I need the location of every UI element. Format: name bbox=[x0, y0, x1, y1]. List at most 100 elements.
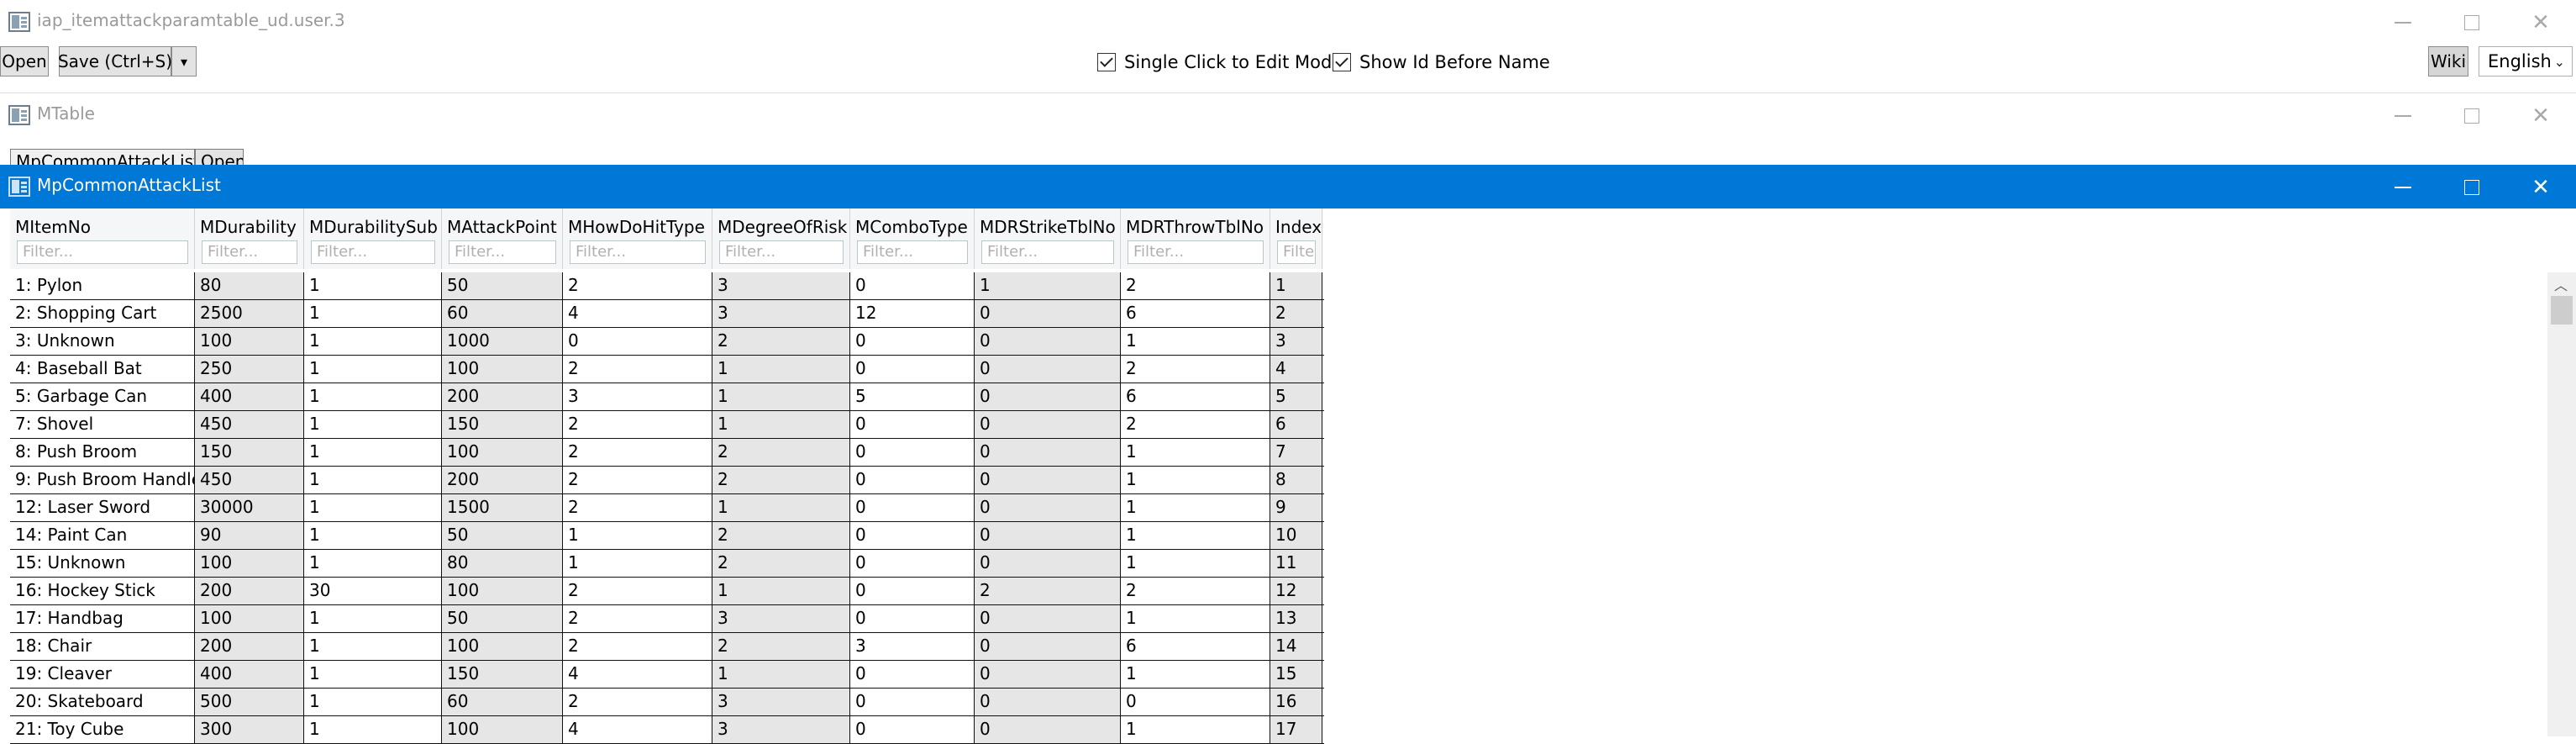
table-cell[interactable]: 0 bbox=[850, 550, 975, 577]
column-header[interactable]: MDRThrowTblNo Filter... bbox=[1121, 208, 1270, 269]
table-cell[interactable]: 4 bbox=[1270, 356, 1322, 383]
item-name-cell[interactable]: 17: Handbag bbox=[10, 605, 195, 632]
table-cell[interactable]: 3 bbox=[712, 272, 850, 299]
table-cell[interactable]: 1 bbox=[1121, 494, 1270, 521]
table-cell[interactable]: 450 bbox=[195, 411, 304, 438]
table-cell[interactable]: 0 bbox=[850, 328, 975, 355]
table-cell[interactable]: 1 bbox=[304, 605, 442, 632]
table-cell[interactable]: 1 bbox=[712, 661, 850, 688]
table-cell[interactable]: 2 bbox=[712, 522, 850, 549]
minimize-icon[interactable] bbox=[2369, 0, 2437, 45]
table-cell[interactable]: 5 bbox=[1270, 383, 1322, 410]
table-cell[interactable]: 1 bbox=[1121, 439, 1270, 466]
scrollbar-thumb[interactable] bbox=[2551, 296, 2573, 325]
table-cell[interactable]: 1 bbox=[975, 272, 1121, 299]
item-name-cell[interactable]: 4: Baseball Bat bbox=[10, 356, 195, 383]
column-header[interactable]: MDegreeOfRisk Filter... bbox=[712, 208, 850, 269]
table-cell[interactable]: 3 bbox=[712, 689, 850, 715]
table-cell[interactable]: 2 bbox=[563, 439, 712, 466]
table-cell[interactable]: 0 bbox=[850, 272, 975, 299]
table-cell[interactable]: 150 bbox=[442, 661, 563, 688]
item-name-cell[interactable]: 18: Chair bbox=[10, 633, 195, 660]
table-cell[interactable]: 1 bbox=[1121, 605, 1270, 632]
table-cell[interactable]: 1 bbox=[1270, 272, 1322, 299]
table-cell[interactable]: 1000 bbox=[442, 328, 563, 355]
column-header[interactable]: MAttackPoint Filter... bbox=[442, 208, 563, 269]
table-cell[interactable]: 2 bbox=[563, 689, 712, 715]
column-filter-input[interactable]: Filter... bbox=[1128, 240, 1264, 264]
table-row[interactable]: 4: Baseball Bat 250 1 100 2 1 0 0 2 4 bbox=[10, 356, 1324, 383]
table-row[interactable]: 15: Unknown 100 1 80 1 2 0 0 1 11 bbox=[10, 550, 1324, 578]
table-row[interactable]: 3: Unknown 100 1 1000 0 2 0 0 1 3 bbox=[10, 328, 1324, 356]
table-cell[interactable]: 12 bbox=[1270, 578, 1322, 604]
checkbox-checked-icon[interactable] bbox=[1097, 53, 1116, 71]
table-cell[interactable]: 6 bbox=[1121, 300, 1270, 327]
vertical-scrollbar[interactable]: ︿ bbox=[2547, 272, 2576, 736]
table-cell[interactable]: 2 bbox=[563, 356, 712, 383]
table-cell[interactable]: 0 bbox=[975, 356, 1121, 383]
table-cell[interactable]: 1 bbox=[563, 522, 712, 549]
table-cell[interactable]: 1 bbox=[304, 300, 442, 327]
table-cell[interactable]: 2 bbox=[712, 633, 850, 660]
table-cell[interactable]: 2 bbox=[712, 467, 850, 493]
table-cell[interactable]: 0 bbox=[975, 550, 1121, 577]
table-cell[interactable]: 1 bbox=[304, 494, 442, 521]
table-cell[interactable]: 60 bbox=[442, 689, 563, 715]
table-cell[interactable]: 80 bbox=[195, 272, 304, 299]
show-id-checkbox[interactable]: Show Id Before Name bbox=[1333, 47, 1550, 77]
table-cell[interactable]: 0 bbox=[850, 411, 975, 438]
table-cell[interactable]: 200 bbox=[195, 633, 304, 660]
table-cell[interactable]: 0 bbox=[850, 578, 975, 604]
table-cell[interactable]: 2 bbox=[712, 550, 850, 577]
table-cell[interactable]: 2 bbox=[563, 411, 712, 438]
item-name-cell[interactable]: 1: Pylon bbox=[10, 272, 195, 299]
table-row[interactable]: 18: Chair 200 1 100 2 2 3 0 6 14 bbox=[10, 633, 1324, 661]
save-button[interactable]: Save (Ctrl+S) bbox=[58, 46, 172, 77]
table-cell[interactable]: 2 bbox=[563, 467, 712, 493]
table-cell[interactable]: 30 bbox=[304, 578, 442, 604]
column-filter-input[interactable]: Filter... bbox=[202, 240, 297, 264]
table-cell[interactable]: 100 bbox=[442, 356, 563, 383]
table-cell[interactable]: 2500 bbox=[195, 300, 304, 327]
table-cell[interactable]: 100 bbox=[195, 550, 304, 577]
close-icon[interactable]: ✕ bbox=[2507, 93, 2574, 139]
table-cell[interactable]: 3 bbox=[563, 383, 712, 410]
table-cell[interactable]: 0 bbox=[975, 689, 1121, 715]
table-cell[interactable]: 300 bbox=[195, 716, 304, 743]
table-cell[interactable]: 14 bbox=[1270, 633, 1322, 660]
table-cell[interactable]: 2 bbox=[1121, 356, 1270, 383]
column-filter-input[interactable]: Filter... bbox=[1277, 240, 1316, 264]
table-cell[interactable]: 1 bbox=[1121, 550, 1270, 577]
table-cell[interactable]: 12 bbox=[850, 300, 975, 327]
table-cell[interactable]: 1 bbox=[712, 494, 850, 521]
table-cell[interactable]: 1 bbox=[1121, 661, 1270, 688]
table-cell[interactable]: 3 bbox=[1270, 328, 1322, 355]
table-cell[interactable]: 0 bbox=[975, 439, 1121, 466]
table-cell[interactable]: 6 bbox=[1270, 411, 1322, 438]
table-cell[interactable]: 1 bbox=[712, 356, 850, 383]
table-cell[interactable]: 30000 bbox=[195, 494, 304, 521]
close-icon[interactable]: ✕ bbox=[2507, 165, 2574, 210]
table-cell[interactable]: 2 bbox=[1270, 300, 1322, 327]
table-cell[interactable]: 2 bbox=[563, 272, 712, 299]
table-cell[interactable]: 1 bbox=[304, 633, 442, 660]
table-row[interactable]: 14: Paint Can 90 1 50 1 2 0 0 1 10 bbox=[10, 522, 1324, 550]
table-cell[interactable]: 0 bbox=[850, 356, 975, 383]
table-cell[interactable]: 0 bbox=[975, 633, 1121, 660]
table-cell[interactable]: 3 bbox=[712, 716, 850, 743]
table-cell[interactable]: 1 bbox=[1121, 467, 1270, 493]
column-header[interactable]: MHowDoHitType Filter... bbox=[563, 208, 712, 269]
item-name-cell[interactable]: 8: Push Broom bbox=[10, 439, 195, 466]
table-cell[interactable]: 0 bbox=[975, 328, 1121, 355]
table-cell[interactable]: 0 bbox=[975, 300, 1121, 327]
table-cell[interactable]: 7 bbox=[1270, 439, 1322, 466]
language-select[interactable]: English ⌄ bbox=[2479, 46, 2573, 77]
table-cell[interactable]: 0 bbox=[850, 689, 975, 715]
table-cell[interactable]: 1 bbox=[304, 661, 442, 688]
table-cell[interactable]: 0 bbox=[975, 522, 1121, 549]
table-cell[interactable]: 450 bbox=[195, 467, 304, 493]
item-name-cell[interactable]: 16: Hockey Stick bbox=[10, 578, 195, 604]
table-cell[interactable]: 2 bbox=[1121, 411, 1270, 438]
item-name-cell[interactable]: 20: Skateboard bbox=[10, 689, 195, 715]
table-cell[interactable]: 400 bbox=[195, 383, 304, 410]
